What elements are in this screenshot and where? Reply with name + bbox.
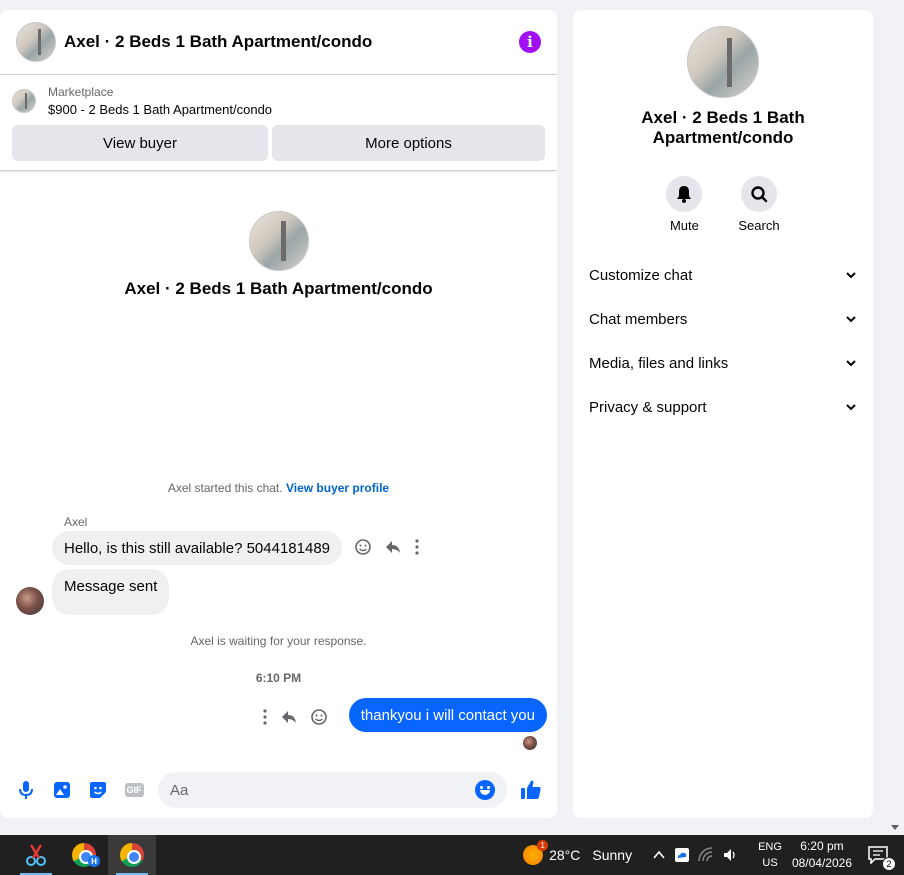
scroll-down-arrow-icon[interactable] — [891, 825, 899, 830]
seen-avatar — [523, 736, 537, 750]
info-title: Axel · 2 Beds 1 Bath Apartment/condo — [641, 108, 805, 147]
waiting-notice: Axel is waiting for your response. — [190, 634, 367, 648]
info-menu: Customize chat Chat members Media, files… — [573, 253, 873, 429]
more-options-button[interactable]: More options — [272, 125, 545, 161]
taskbar-app-tools[interactable] — [12, 835, 60, 875]
page-scrollbar[interactable] — [887, 0, 904, 834]
sticker-icon[interactable] — [80, 781, 116, 799]
customize-chat-item[interactable]: Customize chat — [589, 253, 857, 297]
chat-members-item[interactable]: Chat members — [589, 297, 857, 341]
sender-name: Axel — [64, 515, 88, 529]
reply-icon[interactable] — [280, 708, 298, 726]
chevron-down-icon — [846, 404, 856, 411]
chat-started-text: Axel started this chat. — [167, 481, 283, 495]
info-avatar[interactable] — [687, 26, 759, 98]
sun-icon: 1 — [523, 840, 549, 865]
search-label: Search — [738, 218, 780, 233]
photo-icon[interactable] — [44, 781, 80, 799]
language-code: ENG — [758, 841, 782, 853]
chevron-down-icon — [846, 272, 856, 279]
chat-avatar[interactable] — [16, 22, 56, 62]
chat-panel: Axel · 2 Beds 1 Bath Apartment/condo i M… — [0, 10, 557, 818]
incoming-message[interactable]: Hello, is this still available? 50441814… — [52, 531, 343, 565]
sender-avatar[interactable] — [16, 587, 44, 615]
media-files-links-item[interactable]: Media, files and links — [589, 341, 857, 385]
mute-label: Mute — [669, 218, 699, 233]
onedrive-icon[interactable] — [674, 847, 690, 863]
keyboard-region: US — [762, 857, 778, 869]
weather-condition: Sunny — [592, 847, 633, 863]
taskbar-chrome-active[interactable] — [108, 835, 156, 875]
chat-header: Axel · 2 Beds 1 Bath Apartment/condo i — [0, 10, 557, 75]
chrome-profile-badge: H — [88, 855, 100, 867]
clock[interactable]: 6:20 pm 08/04/2026 — [792, 838, 852, 872]
menu-item-label: Chat members — [589, 310, 688, 328]
chat-intro: Axel · 2 Beds 1 Bath Apartment/condo — [0, 211, 557, 299]
message-actions — [354, 538, 420, 556]
listing-thumbnail[interactable] — [12, 89, 36, 113]
mute-button[interactable]: Mute — [666, 176, 703, 233]
more-icon[interactable] — [414, 538, 420, 556]
clock-date: 08/04/2026 — [791, 856, 852, 870]
message-sent-bubble[interactable]: Message sent — [52, 569, 170, 615]
gif-icon[interactable]: GIF — [116, 783, 152, 797]
listing-title[interactable]: $900 - 2 Beds 1 Bath Apartment/condo — [48, 102, 272, 117]
microphone-icon[interactable] — [8, 780, 44, 800]
more-icon[interactable] — [262, 708, 268, 726]
privacy-support-item[interactable]: Privacy & support — [589, 385, 857, 429]
scissors-icon — [26, 844, 46, 866]
chrome-icon — [120, 843, 144, 867]
outgoing-message[interactable]: thankyou i will contact you — [348, 698, 547, 732]
system-tray — [652, 847, 738, 863]
chevron-down-icon — [846, 316, 856, 323]
like-icon[interactable] — [513, 779, 549, 801]
message-timestamp: 6:10 PM — [255, 671, 302, 685]
weather-badge: 1 — [537, 840, 549, 851]
message-input[interactable] — [170, 781, 475, 799]
weather-widget[interactable]: 1 28°C Sunny — [523, 840, 633, 865]
clock-time: 6:20 pm — [800, 839, 844, 853]
menu-item-label: Customize chat — [589, 266, 693, 284]
wifi-icon[interactable] — [698, 847, 714, 863]
bell-icon — [677, 186, 692, 203]
menu-item-label: Privacy & support — [589, 398, 707, 416]
info-actions: Mute Search — [666, 176, 780, 233]
marketplace-label: Marketplace — [48, 85, 114, 99]
react-icon[interactable] — [354, 538, 372, 556]
notification-center[interactable]: 2 — [866, 843, 896, 871]
view-buyer-profile-link[interactable]: View buyer profile — [286, 481, 389, 495]
taskbar-chrome-profile[interactable]: H — [60, 835, 108, 875]
outgoing-message-actions — [262, 708, 328, 726]
chat-started-notice: Axel started this chat. View buyer profi… — [0, 481, 557, 495]
notification-count: 2 — [882, 857, 896, 871]
message-input-wrapper — [158, 772, 507, 808]
view-buyer-button[interactable]: View buyer — [12, 125, 268, 161]
gif-label: GIF — [124, 783, 144, 797]
intro-title: Axel · 2 Beds 1 Bath Apartment/condo — [124, 279, 433, 298]
language-indicator[interactable]: ENG US — [758, 839, 782, 871]
temperature: 28°C — [549, 847, 581, 863]
info-icon[interactable]: i — [519, 31, 541, 53]
chevron-up-icon[interactable] — [652, 848, 666, 862]
emoji-icon[interactable] — [475, 780, 495, 800]
message-thread: Axel · 2 Beds 1 Bath Apartment/condo Axe… — [0, 171, 557, 777]
message-composer: GIF — [0, 762, 557, 818]
intro-avatar — [248, 211, 309, 271]
search-button[interactable]: Search — [738, 176, 780, 233]
taskbar: H 1 28°C Sunny ENG US 6:20 pm 08/04/2026… — [0, 835, 904, 875]
chat-title[interactable]: Axel · 2 Beds 1 Bath Apartment/condo — [64, 32, 519, 52]
menu-item-label: Media, files and links — [589, 354, 729, 372]
react-icon[interactable] — [310, 708, 328, 726]
search-icon — [751, 186, 768, 203]
reply-icon[interactable] — [384, 538, 402, 556]
marketplace-bar: Marketplace $900 - 2 Beds 1 Bath Apartme… — [0, 75, 557, 171]
chevron-down-icon — [846, 360, 856, 367]
volume-icon[interactable] — [722, 847, 738, 863]
conversation-info-panel: Axel · 2 Beds 1 Bath Apartment/condo Mut… — [573, 10, 873, 818]
